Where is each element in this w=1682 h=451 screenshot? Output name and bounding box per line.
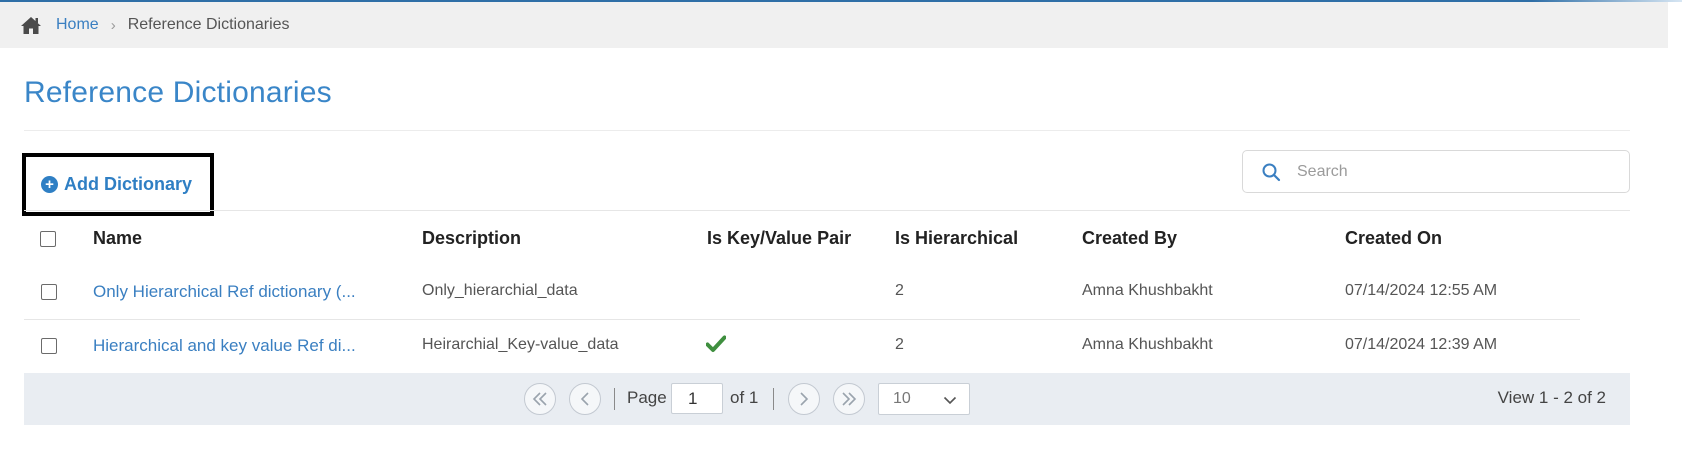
dictionary-name-link[interactable]: Hierarchical and key value Ref di... — [93, 336, 356, 356]
pager-separator — [614, 388, 615, 410]
page-title: Reference Dictionaries — [24, 76, 332, 109]
column-header-description[interactable]: Description — [422, 228, 521, 249]
dictionary-created-on: 07/14/2024 12:39 AM — [1345, 336, 1498, 353]
double-chevron-left-icon — [532, 392, 547, 406]
dictionary-is-hierarchical: 2 — [895, 336, 904, 353]
column-header-is-key-value-pair[interactable]: Is Key/Value Pair — [707, 228, 851, 249]
check-icon — [706, 335, 726, 353]
column-header-name[interactable]: Name — [93, 228, 142, 249]
column-header-created-by[interactable]: Created By — [1082, 228, 1177, 249]
dictionary-description: Only_hierarchial_data — [422, 282, 578, 299]
dictionary-is-hierarchical: 2 — [895, 282, 904, 299]
search-box[interactable] — [1242, 150, 1630, 193]
table-top-divider — [24, 210, 1630, 211]
dictionary-created-by: Amna Khushbakht — [1082, 336, 1213, 353]
chevron-right-icon — [800, 392, 809, 406]
search-input[interactable] — [1297, 162, 1617, 181]
page-size-value: 10 — [893, 390, 911, 407]
breadcrumb-home-link[interactable]: Home — [56, 16, 99, 34]
page-label: Page — [627, 388, 667, 407]
double-chevron-right-icon — [842, 392, 857, 406]
add-dictionary-label: Add Dictionary — [64, 174, 193, 194]
page-size-select[interactable]: 10 — [878, 383, 970, 415]
column-header-created-on[interactable]: Created On — [1345, 228, 1442, 249]
previous-page-button[interactable] — [569, 383, 601, 415]
last-page-button[interactable] — [833, 383, 865, 415]
breadcrumb-separator: › — [110, 16, 116, 34]
home-icon[interactable] — [20, 15, 42, 35]
page-number-input[interactable] — [671, 383, 723, 414]
select-all-checkbox[interactable] — [40, 231, 56, 247]
title-divider — [24, 130, 1630, 131]
page-total-label: of 1 — [730, 388, 759, 407]
view-count-label: View 1 - 2 of 2 — [1497, 388, 1606, 407]
dictionary-created-by: Amna Khushbakht — [1082, 282, 1213, 299]
chevron-left-icon — [580, 392, 589, 406]
row-divider — [24, 319, 1580, 320]
dictionary-created-on: 07/14/2024 12:55 AM — [1345, 282, 1498, 299]
dictionary-description: Heirarchial_Key-value_data — [422, 336, 619, 353]
chevron-down-icon — [943, 393, 957, 407]
pagination-bar: Page of 1 10 View 1 - 2 of 2 — [24, 373, 1630, 425]
breadcrumb-current: Reference Dictionaries — [127, 16, 290, 33]
breadcrumb: Home › Reference Dictionaries — [0, 2, 1668, 48]
dictionary-name-link[interactable]: Only Hierarchical Ref dictionary (... — [93, 282, 356, 302]
column-header-is-hierarchical[interactable]: Is Hierarchical — [895, 228, 1018, 249]
next-page-button[interactable] — [788, 383, 820, 415]
add-dictionary-button[interactable]: + Add Dictionary — [22, 153, 214, 216]
first-page-button[interactable] — [524, 383, 556, 415]
row-checkbox[interactable] — [41, 338, 57, 354]
row-checkbox[interactable] — [41, 284, 57, 300]
pager-separator — [773, 388, 774, 410]
plus-circle-icon: + — [41, 176, 58, 193]
search-icon — [1261, 162, 1281, 182]
